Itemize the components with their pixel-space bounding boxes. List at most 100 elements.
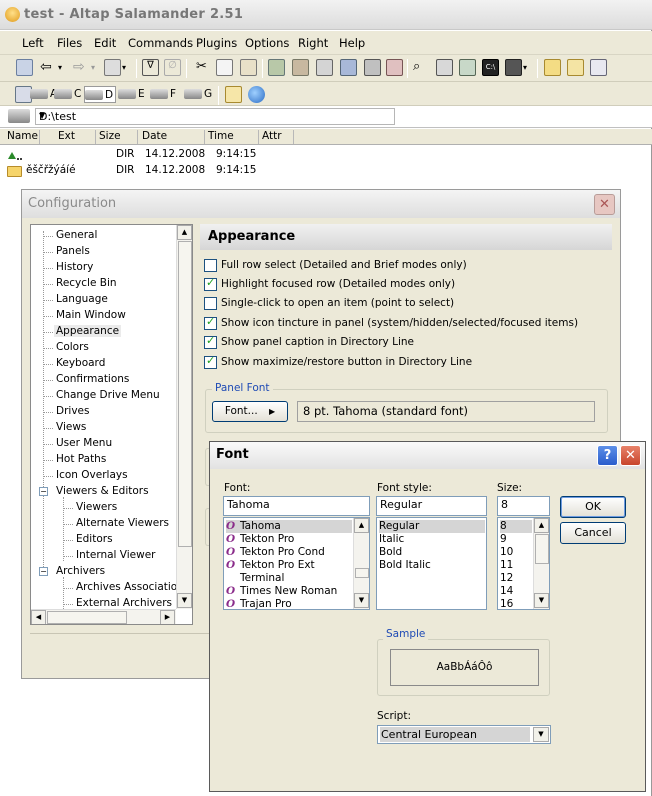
scroll-thumb[interactable] [178,241,192,547]
scroll-thumb[interactable] [47,611,127,624]
chevron-down-icon[interactable]: ▼ [533,727,549,742]
tree-vertical-scrollbar[interactable]: ▲ ▼ [176,225,192,609]
font-style-item[interactable]: Bold Italic [379,559,431,572]
scroll-left-icon[interactable]: ◀ [31,610,46,624]
cut-icon[interactable]: ✂ [193,59,210,76]
path-dropdown-icon[interactable]: ▼ [39,111,390,120]
font-list[interactable]: O Tahoma O Tekton Pro O Tekton Pro Cond O Te… [223,517,370,610]
filter-icon[interactable]: ∇ [142,59,159,76]
checkbox[interactable] [204,297,217,310]
tree-item-panels[interactable]: Panels [56,245,90,257]
tree-item-confirmations[interactable]: Confirmations [56,373,129,385]
cancel-button[interactable]: Cancel [560,522,626,544]
size-item[interactable]: 14 [500,585,513,598]
tree-item-recycle-bin[interactable]: Recycle Bin [56,277,117,289]
scroll-up-icon[interactable]: ▲ [177,225,192,240]
font-name-input[interactable]: Tahoma [223,496,370,516]
font-list-scrollbar[interactable]: ▲ ▼ [353,518,369,609]
back-icon[interactable]: ⇦ [40,59,57,76]
tree-item-viewers[interactable]: Viewers [76,501,117,513]
font-style-item[interactable]: Bold [379,546,402,559]
checkbox[interactable] [204,354,217,369]
drive-e-button[interactable]: E [118,86,145,103]
scroll-up-icon[interactable]: ▲ [354,518,369,533]
size-item[interactable]: 16 [500,598,513,609]
tree-item-main-window[interactable]: Main Window [56,309,126,321]
file-row[interactable]: .. DIR 14.12.2008 9:14:15 [0,147,300,163]
tree-item-alternate-viewers[interactable]: Alternate Viewers [76,517,169,529]
menu-help[interactable]: Help [339,36,365,50]
tree-item-user-menu[interactable]: User Menu [56,437,112,449]
delete-icon[interactable] [386,59,403,76]
checkbox[interactable] [204,276,217,291]
tree-item-drives[interactable]: Drives [56,405,89,417]
copy-files-icon[interactable] [268,59,285,76]
rename-icon[interactable] [340,59,357,76]
tree-item-archivers[interactable]: Archivers [56,565,105,577]
drive-g-button[interactable]: G [184,86,212,103]
change-drive-icon[interactable] [104,59,121,76]
close-icon[interactable]: ✕ [620,445,641,466]
tree-horizontal-scrollbar[interactable]: ◀ ▶ [31,609,176,624]
scroll-thumb[interactable] [535,534,549,564]
col-time[interactable]: Time [208,130,234,142]
drive-c-button[interactable]: C [54,86,81,103]
user-menu-icon[interactable] [590,59,607,76]
font-list-item[interactable]: O Trajan Pro [226,598,292,609]
font-list-item[interactable]: OTerminal [226,572,284,585]
tree-item-views[interactable]: Views [56,421,86,433]
col-name[interactable]: Name [7,130,38,142]
scroll-up-icon[interactable]: ▲ [534,518,549,533]
tree-item-language[interactable]: Language [56,293,108,305]
close-icon[interactable]: ✕ [594,194,615,215]
hot-paths-icon[interactable] [567,59,584,76]
find-icon[interactable]: ⌕ [413,59,430,76]
font-style-item[interactable]: Italic [379,533,404,546]
menu-files[interactable]: Files [57,36,82,50]
tree-item-general[interactable]: General [56,229,97,241]
help-icon[interactable]: ? [597,445,618,466]
paste-icon[interactable] [240,59,257,76]
new-folder-icon[interactable] [316,59,333,76]
size-list-scrollbar[interactable]: ▲ ▼ [533,518,549,609]
tree-item-hot-paths[interactable]: Hot Paths [56,453,106,465]
scroll-right-icon[interactable]: ▶ [160,610,175,624]
scroll-down-icon[interactable]: ▼ [354,593,369,608]
unfilter-icon[interactable]: ∅ [164,59,181,76]
size-item[interactable]: 8 [500,520,532,533]
collapse-icon[interactable]: − [39,487,48,496]
scroll-down-icon[interactable]: ▼ [534,593,549,608]
font-list-item[interactable]: O Tekton Pro Cond [226,546,325,559]
tree-item-editors[interactable]: Editors [76,533,113,545]
path-field[interactable]: D:\test ▼ [35,108,395,125]
tree-item-archives-associations[interactable]: Archives Associations [76,581,189,593]
forward-icon[interactable]: ⇨ [73,59,90,76]
col-ext[interactable]: Ext [58,130,75,142]
menu-edit[interactable]: Edit [94,36,116,50]
command-prompt-icon[interactable]: C:\ [482,59,499,76]
scroll-down-icon[interactable]: ▼ [177,593,192,608]
tree-item-change-drive-menu[interactable]: Change Drive Menu [56,389,160,401]
tree-item-viewers-editors[interactable]: Viewers & Editors [56,485,149,497]
tree-item-keyboard[interactable]: Keyboard [56,357,105,369]
col-date[interactable]: Date [142,130,167,142]
menu-options[interactable]: Options [245,36,289,50]
size-item[interactable]: 12 [500,572,513,585]
checkbox[interactable] [204,315,217,330]
file-row[interactable]: ěščřžýáíé DIR 14.12.2008 9:14:15 [0,163,300,179]
collapse-icon[interactable]: − [39,567,48,576]
connect-icon[interactable] [436,59,453,76]
attributes-icon[interactable] [364,59,381,76]
menu-plugins[interactable]: Plugins [196,36,237,50]
tree-item-colors[interactable]: Colors [56,341,89,353]
documents-icon[interactable] [225,86,242,103]
ok-button[interactable]: OK [560,496,626,518]
tree-item-history[interactable]: History [56,261,93,273]
font-list-item[interactable]: O Tekton Pro Ext [226,559,315,572]
scroll-thumb[interactable] [355,568,369,578]
col-attr[interactable]: Attr [262,130,282,142]
size-item[interactable]: 10 [500,546,513,559]
checkbox[interactable] [204,334,217,349]
network-icon[interactable] [248,86,265,103]
menu-commands[interactable]: Commands [128,36,193,50]
